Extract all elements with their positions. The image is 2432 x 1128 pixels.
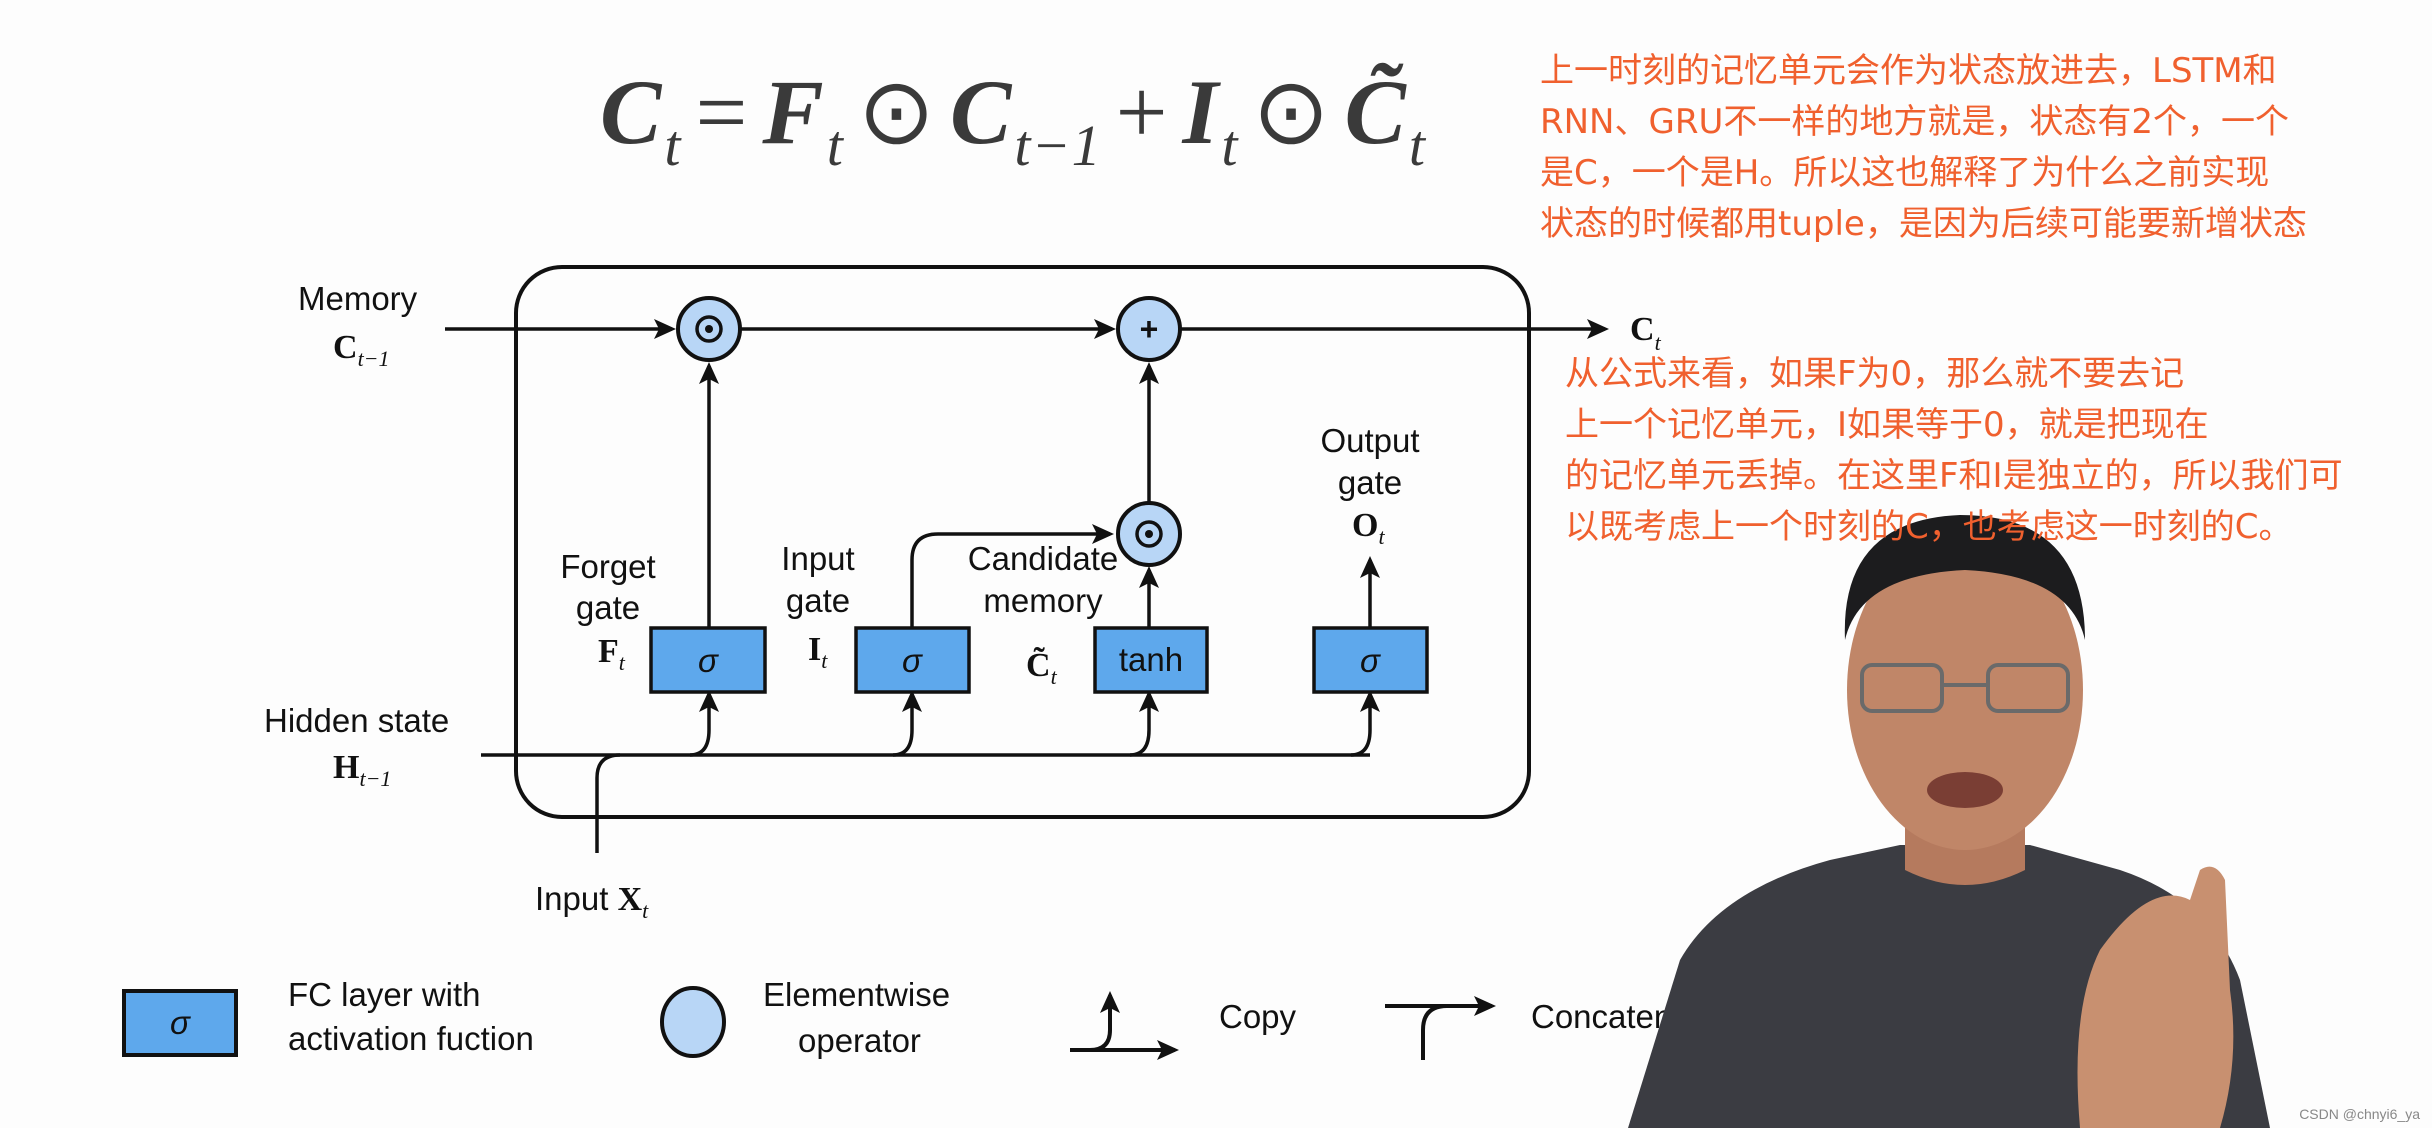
legend-copy-icon bbox=[1070, 991, 1179, 1060]
legend-elementwise-label: operator bbox=[798, 1022, 921, 1059]
candidate-memory-label: memory bbox=[983, 582, 1103, 619]
lstm-slide: Ct = Ft ⊙ Ct−1 + It ⊙ C̃t + σ σ tanh σ M… bbox=[0, 0, 2432, 1128]
annotation-line: RNN、GRU不一样的地方就是，状态有2个，一个 bbox=[1540, 102, 2289, 142]
legend: σ FC layer with activation fuction Eleme… bbox=[122, 976, 1672, 1060]
annotation-line: 是C，一个是H。所以这也解释了为什么之前实现 bbox=[1540, 153, 2270, 193]
output-gate-var: Ot bbox=[1352, 507, 1385, 549]
input-x-label: Input Xt bbox=[535, 880, 649, 923]
annotation-line: 状态的时候都用tuple，是因为后续可能要新增状态 bbox=[1540, 204, 2307, 244]
annotation-line: 的记忆单元丢掉。在这里F和I是独立的，所以我们可 bbox=[1565, 456, 2343, 496]
candidate-memory-var: C̃t bbox=[1026, 646, 1058, 689]
svg-text:σ: σ bbox=[698, 642, 719, 679]
forget-multiply-operator bbox=[676, 296, 742, 362]
legend-fc-label: activation fuction bbox=[288, 1020, 534, 1057]
candidate-memory-label: Candidate bbox=[968, 540, 1118, 577]
annotation-line: 以既考虑上一个时刻的C，也考虑这一时刻的C。 bbox=[1565, 507, 2293, 547]
watermark: CSDN @chnyi6_ya bbox=[2299, 1106, 2420, 1122]
output-gate-label: Output bbox=[1320, 422, 1419, 459]
legend-elementwise-icon bbox=[660, 986, 726, 1058]
presenter-video bbox=[1628, 515, 2270, 1128]
legend-fc-layer-icon: σ bbox=[122, 989, 238, 1057]
candidate-memory-fc-layer: tanh bbox=[1093, 626, 1209, 694]
legend-copy-label: Copy bbox=[1219, 998, 1297, 1035]
svg-text:+: + bbox=[1140, 311, 1159, 347]
hidden-state-var: Ht−1 bbox=[333, 749, 391, 791]
annotation-line: 上一时刻的记忆单元会作为状态放进去，LSTM和 bbox=[1540, 51, 2277, 91]
forget-gate-label: gate bbox=[576, 589, 640, 626]
legend-concatenate-icon bbox=[1385, 996, 1496, 1060]
input-gate-fc-layer: σ bbox=[854, 626, 971, 694]
hidden-state-label: Hidden state bbox=[264, 702, 449, 739]
forget-gate-fc-layer: σ bbox=[649, 626, 767, 694]
forget-gate-var: Ft bbox=[598, 633, 626, 675]
svg-text:tanh: tanh bbox=[1119, 641, 1183, 678]
legend-elementwise-label: Elementwise bbox=[763, 976, 950, 1013]
svg-text:σ: σ bbox=[1360, 642, 1381, 679]
output-gate-label: gate bbox=[1338, 464, 1402, 501]
svg-text:σ: σ bbox=[902, 642, 923, 679]
legend-fc-label: FC layer with bbox=[288, 976, 481, 1013]
input-gate-var: It bbox=[808, 631, 828, 673]
annotation-state-note: 上一时刻的记忆单元会作为状态放进去，LSTM和 RNN、GRU不一样的地方就是，… bbox=[1540, 46, 2307, 250]
input-multiply-operator bbox=[1116, 501, 1182, 567]
input-gate-label: gate bbox=[786, 582, 850, 619]
forget-gate-label: Forget bbox=[560, 548, 655, 585]
legend-concatenate-label: Concaten bbox=[1531, 998, 1672, 1035]
svg-text:σ: σ bbox=[170, 1004, 191, 1041]
input-gate-label: Input bbox=[781, 540, 854, 577]
memory-var: Ct−1 bbox=[333, 329, 390, 371]
annotation-formula-note: 从公式来看，如果F为0，那么就不要去记 上一个记忆单元，I如果等于0，就是把现在… bbox=[1565, 349, 2343, 553]
annotation-line: 从公式来看，如果F为0，那么就不要去记 bbox=[1565, 354, 2185, 394]
annotation-line: 上一个记忆单元，I如果等于0，就是把现在 bbox=[1565, 405, 2209, 445]
memory-add-operator: + bbox=[1116, 296, 1182, 362]
memory-label: Memory bbox=[298, 280, 418, 317]
output-gate-fc-layer: σ bbox=[1312, 626, 1429, 694]
